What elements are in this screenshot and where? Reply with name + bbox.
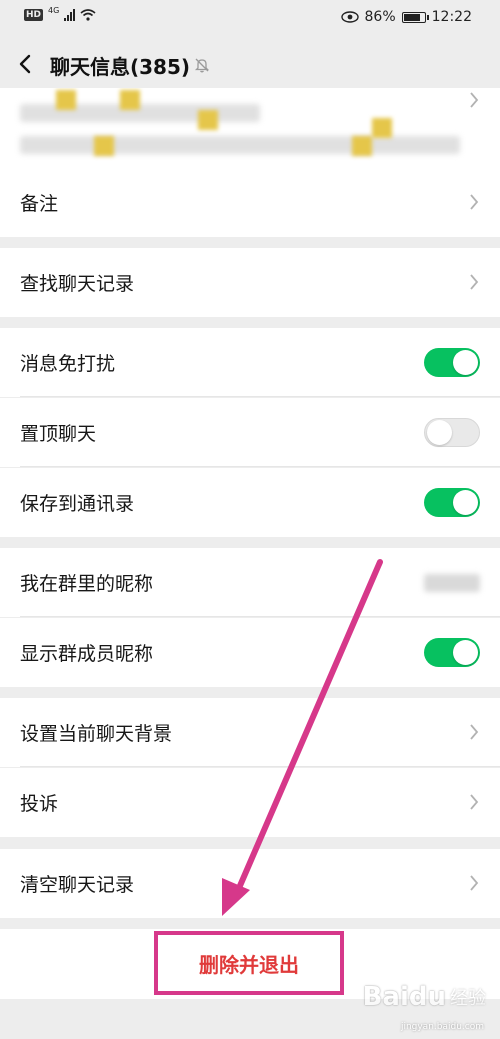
row-do-not-disturb: 消息免打扰 — [0, 328, 500, 397]
delete-and-exit-label: 删除并退出 — [199, 952, 299, 977]
row-remark[interactable]: 备注 — [0, 168, 500, 237]
status-bar: HD 4G 86% 12:22 — [0, 0, 500, 36]
row-search-chat-history[interactable]: 查找聊天记录 — [0, 248, 500, 317]
bell-off-icon — [194, 58, 210, 73]
row-label: 备注 — [20, 193, 59, 215]
page-title: 聊天信息(385) — [50, 55, 191, 79]
eye-icon — [340, 11, 359, 23]
signal-icon — [64, 9, 76, 21]
do-not-disturb-toggle[interactable] — [424, 348, 480, 377]
row-my-group-nickname[interactable]: 我在群里的昵称 — [0, 548, 500, 617]
blurred-nickname — [424, 570, 480, 596]
row-label: 清空聊天记录 — [20, 874, 135, 896]
back-chevron-icon[interactable] — [12, 50, 40, 78]
row-clear-chat-history[interactable]: 清空聊天记录 — [0, 849, 500, 918]
blurred-avatar — [352, 136, 372, 156]
sticky-on-top-toggle[interactable] — [424, 418, 480, 447]
toggle-knob — [427, 420, 452, 445]
wifi-icon — [80, 9, 96, 21]
network-type: 4G — [48, 5, 60, 15]
row-label: 保存到通讯录 — [20, 493, 135, 515]
toggle-knob — [453, 350, 478, 375]
blurred-nickname-strip — [424, 574, 480, 592]
watermark-brand: Baidu — [362, 982, 446, 1012]
row-set-chat-background[interactable]: 设置当前聊天背景 — [0, 698, 500, 767]
toggle-knob — [453, 490, 478, 515]
toggle-knob — [453, 640, 478, 665]
divider — [20, 396, 500, 397]
clock: 12:22 — [431, 9, 472, 25]
watermark-url: jingyan.baidu.com — [400, 1022, 484, 1032]
row-save-to-contacts: 保存到通讯录 — [0, 468, 500, 537]
group-members-preview[interactable] — [0, 88, 500, 168]
row-label: 查找聊天记录 — [20, 273, 135, 295]
show-member-nicknames-toggle[interactable] — [424, 638, 480, 667]
row-complain[interactable]: 投诉 — [0, 768, 500, 837]
divider — [20, 616, 500, 617]
chevron-right-icon — [470, 794, 479, 810]
row-show-member-nicknames: 显示群成员昵称 — [0, 618, 500, 687]
battery-percent: 86% — [364, 9, 396, 25]
row-label: 投诉 — [20, 793, 59, 815]
delete-and-exit-button[interactable]: 删除并退出 — [154, 931, 344, 995]
hd-badge: HD — [24, 9, 44, 21]
blurred-members — [20, 136, 460, 154]
nav-bar: 聊天信息(385) — [0, 36, 500, 94]
blurred-avatar — [56, 90, 76, 110]
blurred-avatar — [120, 90, 140, 110]
status-right: 86% 12:22 — [340, 9, 472, 25]
watermark-sub: 经验 — [450, 988, 486, 1009]
row-label: 我在群里的昵称 — [20, 573, 154, 595]
chevron-right-icon — [470, 92, 479, 108]
row-sticky-on-top: 置顶聊天 — [0, 398, 500, 467]
status-left: HD 4G — [24, 5, 96, 21]
row-label: 显示群成员昵称 — [20, 643, 154, 665]
chevron-right-icon — [470, 274, 479, 290]
chevron-right-icon — [470, 194, 479, 210]
blurred-avatar — [94, 136, 114, 156]
blurred-avatar — [198, 110, 218, 130]
blurred-avatar — [372, 118, 392, 138]
chevron-right-icon — [470, 875, 479, 891]
chevron-right-icon — [470, 724, 479, 740]
row-label: 置顶聊天 — [20, 423, 97, 445]
divider — [20, 766, 500, 767]
save-to-contacts-toggle[interactable] — [424, 488, 480, 517]
row-label: 设置当前聊天背景 — [20, 723, 173, 745]
battery-fill — [403, 13, 420, 21]
battery-icon — [401, 11, 429, 23]
baidu-watermark: Baidu 经验 — [363, 982, 486, 1012]
divider — [20, 466, 500, 467]
row-label: 消息免打扰 — [20, 353, 116, 375]
